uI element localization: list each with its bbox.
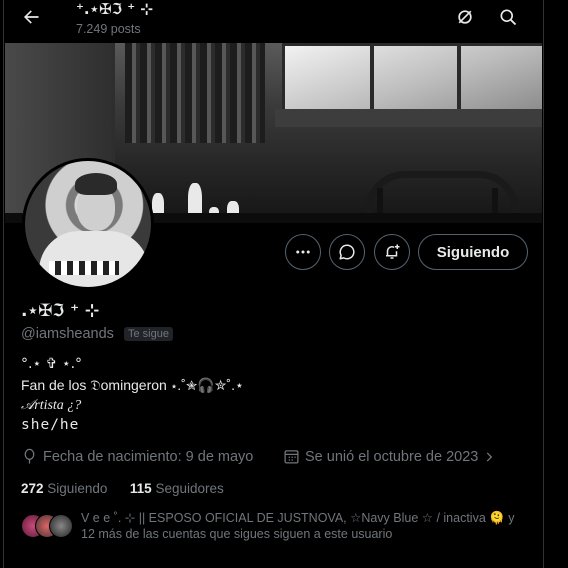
more-dots-icon xyxy=(296,250,310,254)
joined-text: Se unió el octubre de 2023 xyxy=(305,448,479,465)
notifications-button[interactable] xyxy=(374,234,410,270)
joined-info[interactable]: Se unió el octubre de 2023 xyxy=(283,448,501,465)
eye-off-icon xyxy=(458,10,472,24)
more-options-button[interactable] xyxy=(285,234,321,270)
followers-link[interactable]: 115 Seguidores xyxy=(130,481,224,496)
bio-line: 𝒜rtista ¿? xyxy=(21,398,82,413)
avatar xyxy=(49,514,73,538)
known-followers-text: V e e ˚. ⊹ || ESPOSO OFICIAL DE JUSTNOVA… xyxy=(81,511,515,541)
search-button[interactable] xyxy=(491,0,525,34)
banner-sill-shape xyxy=(275,109,542,127)
arrow-left-icon xyxy=(24,10,39,24)
profile-handle: @iamsheands xyxy=(21,326,114,342)
following-label: Siguiendo xyxy=(47,481,108,496)
back-button[interactable] xyxy=(14,0,48,34)
birthday-text: Fecha de nacimiento: 9 de mayo xyxy=(43,448,254,465)
known-followers[interactable]: V e e ˚. ⊹ || ESPOSO OFICIAL DE JUSTNOVA… xyxy=(21,510,526,544)
followers-label: Seguidores xyxy=(155,481,224,496)
following-button[interactable]: Siguiendo xyxy=(418,234,528,270)
balloon-icon xyxy=(24,448,35,464)
banner-curtain-shape xyxy=(125,43,265,143)
message-button[interactable] xyxy=(329,234,365,270)
follows-you-badge: Te sigue xyxy=(124,327,173,341)
bio-line: °.⋆ ✞ ⋆.° xyxy=(21,356,83,372)
followers-count: 115 xyxy=(129,481,152,496)
bio-line: Fan de los 𝔇omingeron ⋆.˚✮🎧✮˚.⋆ xyxy=(21,377,244,393)
chevron-right-icon xyxy=(487,451,493,462)
follow-stats: 272 Siguiendo 115 Seguidores xyxy=(21,481,224,496)
following-count: 272 xyxy=(21,481,44,496)
birthday-info: Fecha de nacimiento: 9 de mayo xyxy=(21,448,253,465)
bio-pronouns: she/he xyxy=(21,417,80,433)
calendar-icon xyxy=(284,450,299,464)
banner-window-shape xyxy=(282,43,542,115)
profile-header: ⁺.⋆✠ℑ ⁺ ⊹ 7.249 posts xyxy=(4,0,543,42)
bell-plus-icon xyxy=(386,244,400,259)
post-count: 7.249 posts xyxy=(76,22,141,36)
hide-posts-button[interactable] xyxy=(448,0,482,34)
following-link[interactable]: 272 Siguiendo xyxy=(21,481,111,496)
profile-name: .⋆✠ℑ ⁺ ⊹ xyxy=(21,301,100,321)
search-icon xyxy=(500,9,517,26)
profile-avatar[interactable] xyxy=(22,158,154,290)
header-title: ⁺.⋆✠ℑ ⁺ ⊹ xyxy=(76,0,153,18)
profile-page: ⁺.⋆✠ℑ ⁺ ⊹ 7.249 posts Siguiendo .⋆✠ℑ ⁺ ⊹… xyxy=(3,0,544,568)
message-bubble-icon xyxy=(339,244,355,260)
